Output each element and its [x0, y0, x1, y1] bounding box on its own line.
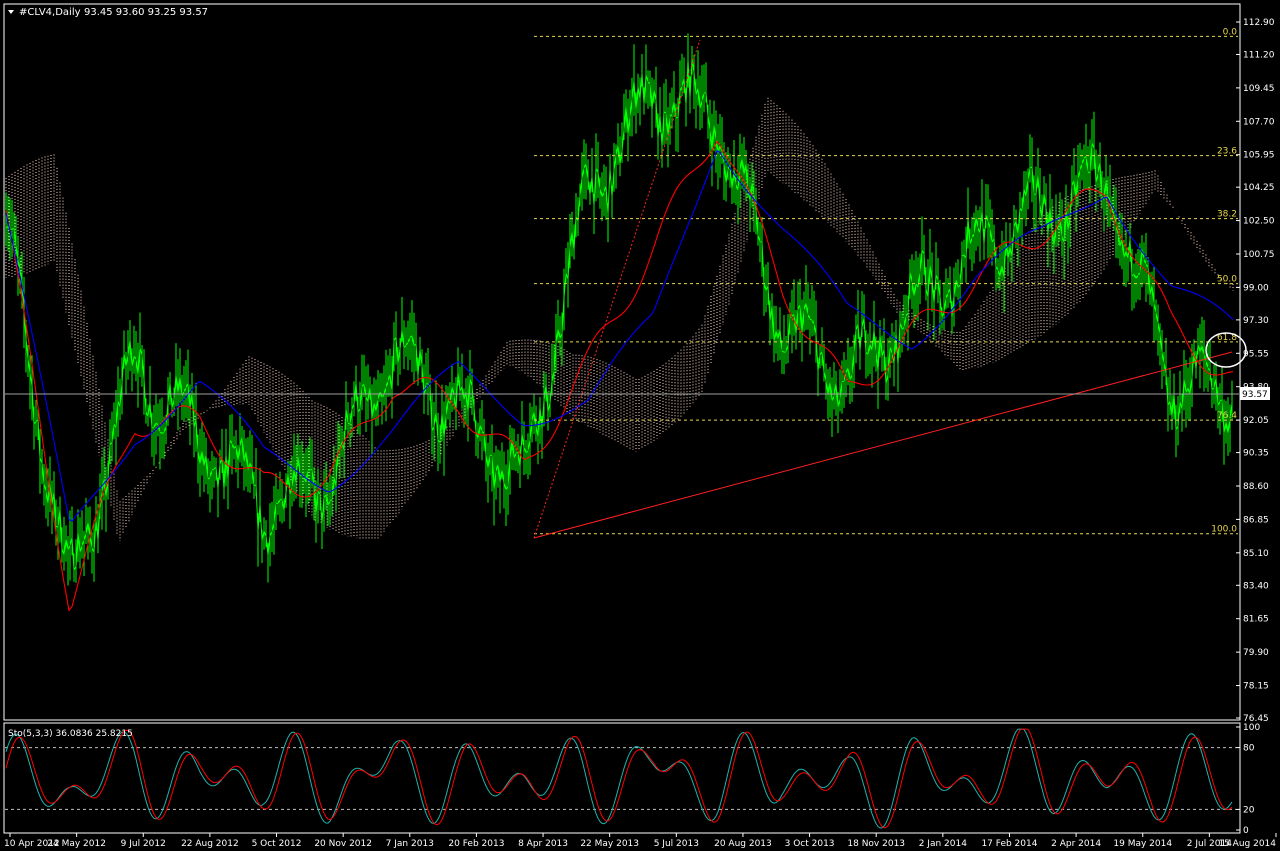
y-tick-label: 111.20: [1243, 50, 1275, 60]
indicator-lines: [5, 140, 1234, 612]
y-tick-label: 100.75: [1243, 250, 1275, 260]
y-tick-label: 93.80: [1243, 383, 1269, 393]
y-tick-label: 99.00: [1243, 283, 1269, 293]
stoch-panel-border: [3, 722, 1241, 834]
price-y-axis: 112.90 111.20 109.45 107.70 105.95 104.25 102.…: [1236, 18, 1275, 724]
y-tick-label: 104.25: [1243, 183, 1275, 193]
y-tick-label: 112.90: [1243, 18, 1275, 28]
x-tick-label: 3 Oct 2013: [785, 839, 835, 849]
x-tick-label: 15 Aug 2014: [1218, 839, 1276, 849]
fib-level-label: 100.0: [1211, 525, 1237, 535]
y-tick-label: 92.05: [1243, 416, 1269, 426]
y-tick-label: 86.85: [1243, 515, 1269, 525]
price-panel-border: [3, 3, 1241, 721]
y-tick-label: 88.60: [1243, 482, 1269, 492]
fib-level-label: 76.4: [1217, 411, 1237, 421]
y-tick-label: 83.40: [1243, 581, 1269, 591]
kijun-line: [5, 149, 1234, 522]
y-tick-label: 107.70: [1243, 117, 1275, 127]
x-tick-label: 5 Oct 2012: [252, 839, 302, 849]
x-tick-label: 2 Jan 2014: [919, 839, 967, 849]
stoch-signal-line: [5, 728, 1233, 829]
x-tick-label: 17 Feb 2014: [981, 839, 1037, 849]
y-tick-label: 90.35: [1243, 449, 1269, 459]
y-tick-label: 95.55: [1243, 349, 1269, 359]
price-bars: [5, 33, 1233, 586]
close-line: [5, 58, 1233, 572]
x-tick-label: 9 Jul 2012: [121, 839, 166, 849]
x-tick-label: 20 Feb 2013: [448, 839, 504, 849]
x-tick-label: 8 Apr 2013: [518, 839, 568, 849]
fib-swing-line[interactable]: [533, 39, 701, 539]
time-x-axis: 10 Apr 201224 May 2012 9 Jul 2012 22 Aug 2…: [4, 833, 1277, 849]
stoch-tick-label: 20: [1243, 805, 1255, 815]
fib-level-label: 38.2: [1217, 210, 1237, 220]
x-tick-label: 22 May 2013: [580, 839, 639, 849]
x-tick-label: 20 Nov 2012: [314, 839, 372, 849]
y-tick-label: 78.15: [1243, 682, 1269, 692]
fib-level-label: 0.0: [1223, 27, 1238, 37]
x-tick-label: 24 May 2012: [47, 839, 106, 849]
x-tick-label: 19 May 2014: [1113, 839, 1172, 849]
x-tick-label: 22 Aug 2012: [181, 839, 239, 849]
chart-symbol: #CLV4,Daily: [19, 7, 81, 18]
y-tick-label: 102.50: [1243, 217, 1275, 227]
stoch-main-line: [5, 728, 1233, 829]
y-tick-label: 105.95: [1243, 151, 1275, 161]
x-tick-label: 18 Nov 2013: [847, 839, 905, 849]
x-tick-label: 20 Aug 2013: [714, 839, 772, 849]
y-tick-label: 109.45: [1243, 84, 1275, 94]
stoch-title: Sto(5,3,3) 36.0836 25.8215: [8, 729, 133, 739]
triangle-down-icon[interactable]: [8, 10, 14, 14]
fib-level-label: 50.0: [1217, 275, 1237, 285]
stoch-tick-label: 100: [1243, 723, 1260, 733]
tenkan-line: [5, 140, 1234, 612]
x-tick-label: 7 Jan 2013: [386, 839, 434, 849]
chart-ohlc: 93.45 93.60 93.25 93.57: [84, 7, 208, 18]
y-tick-label: 79.90: [1243, 648, 1269, 658]
stochastic-oscillator: [5, 728, 1236, 829]
x-tick-label: 5 Jul 2013: [654, 839, 699, 849]
y-tick-label: 97.30: [1243, 316, 1269, 326]
stoch-tick-label: 80: [1243, 744, 1255, 754]
stoch-tick-label: 0: [1243, 826, 1249, 836]
y-tick-label: 81.65: [1243, 615, 1269, 625]
chart-svg: #CLV4,Daily 93.45 93.60 93.25 93.57 0.0 2…: [3, 3, 1277, 849]
fib-level-label: 23.6: [1217, 147, 1237, 157]
y-tick-label: 85.10: [1243, 549, 1269, 559]
x-tick-label: 2 Apr 2014: [1051, 839, 1101, 849]
